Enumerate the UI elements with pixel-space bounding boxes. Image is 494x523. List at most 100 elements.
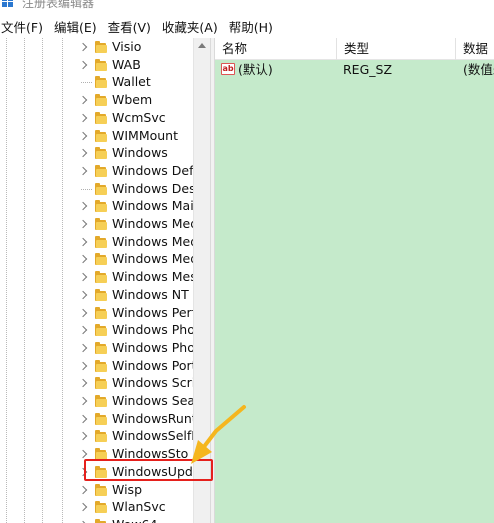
- tree-node-label: Windows Med: [112, 216, 199, 231]
- expand-chevron-icon[interactable]: [78, 94, 88, 106]
- menu-help[interactable]: 帮助(H): [229, 17, 273, 36]
- tree-node[interactable]: Windows Desk: [0, 180, 210, 198]
- expand-chevron-icon[interactable]: [78, 236, 88, 248]
- expand-chevron-icon[interactable]: [78, 147, 88, 159]
- expand-chevron-icon[interactable]: [78, 324, 88, 336]
- expand-chevron-icon[interactable]: [78, 395, 88, 407]
- tree-node[interactable]: Windows Mes: [0, 268, 210, 286]
- menu-edit[interactable]: 编辑(E): [54, 17, 97, 36]
- column-header-data[interactable]: 数据: [456, 38, 488, 60]
- tree-node-label: WindowsRunt: [112, 410, 197, 426]
- expand-chevron-icon[interactable]: [78, 519, 88, 523]
- expand-chevron-icon[interactable]: [78, 413, 88, 425]
- tree-connector: [81, 82, 92, 84]
- tree-connector: [81, 188, 92, 190]
- tree-node-label: Windows Sear: [112, 393, 201, 408]
- tree-node-label: Visio: [112, 39, 142, 54]
- expand-chevron-icon[interactable]: [78, 218, 88, 230]
- expand-chevron-icon[interactable]: [78, 360, 88, 372]
- tree-node[interactable]: Windows Phot: [0, 339, 210, 357]
- tree-node[interactable]: Windows Perf: [0, 304, 210, 322]
- expand-chevron-icon[interactable]: [78, 484, 88, 496]
- folder-icon: [95, 41, 107, 53]
- tree-node[interactable]: Wallet: [0, 73, 210, 91]
- expand-chevron-icon[interactable]: [78, 501, 88, 513]
- tree-node[interactable]: Wbem: [0, 91, 210, 109]
- tree-node-label: Wisp: [112, 481, 143, 497]
- folder-icon: [95, 200, 107, 213]
- column-header-name[interactable]: 名称: [215, 38, 247, 60]
- tree-node[interactable]: Windows Port: [0, 357, 210, 375]
- menu-file[interactable]: 文件(F): [1, 17, 43, 36]
- folder-icon: [95, 377, 107, 390]
- scroll-up-icon[interactable]: [198, 43, 206, 48]
- expand-chevron-icon[interactable]: [78, 59, 88, 71]
- tree-node-label: Windows Scrip: [112, 375, 204, 391]
- tree-node[interactable]: Windows Scrip: [0, 374, 210, 392]
- folder-icon: [95, 483, 107, 496]
- expand-chevron-icon[interactable]: [78, 289, 88, 301]
- tree-node[interactable]: Windows Med: [0, 233, 210, 251]
- expand-chevron-icon[interactable]: [78, 307, 88, 319]
- expand-chevron-icon[interactable]: [78, 253, 88, 265]
- tree-node[interactable]: Windows: [0, 144, 210, 162]
- tree-node[interactable]: WindowsSelfH: [0, 427, 210, 445]
- folder-icon: [95, 58, 107, 71]
- tree-node[interactable]: Visio: [0, 38, 210, 56]
- folder-icon: [95, 271, 107, 284]
- folder-icon: [95, 465, 107, 478]
- expand-chevron-icon[interactable]: [78, 466, 88, 478]
- tree-node-label: Wbem: [112, 92, 153, 108]
- tree-node[interactable]: WIMMount: [0, 127, 210, 145]
- tree-node[interactable]: WindowsSto: [0, 445, 210, 463]
- values-header: 名称 类型 数据: [215, 38, 494, 60]
- tree-node-label: Windows: [112, 145, 168, 161]
- tree-node[interactable]: WAB: [0, 56, 210, 74]
- value-data: (数值未: [463, 62, 494, 77]
- tree-node[interactable]: WcmSvc: [0, 109, 210, 127]
- value-type: REG_SZ: [343, 62, 393, 77]
- tree-node-label: Windows Med: [112, 233, 199, 249]
- tree-node-label: Windows Med: [112, 251, 199, 267]
- folder-icon: [95, 76, 107, 89]
- expand-chevron-icon[interactable]: [78, 448, 88, 460]
- expand-chevron-icon[interactable]: [78, 200, 88, 212]
- registry-tree: Visio WAB Wallet Wbem WcmSvc WIMMount Windows W…: [0, 38, 210, 523]
- folder-icon: [95, 412, 107, 425]
- menu-favorites[interactable]: 收藏夹(A): [162, 17, 218, 36]
- string-value-icon: ab: [221, 63, 235, 75]
- expand-chevron-icon[interactable]: [78, 112, 88, 124]
- values-list: ab (默认) REG_SZ (数值未: [215, 60, 494, 523]
- expand-chevron-icon[interactable]: [78, 130, 88, 142]
- tree-node[interactable]: Windows Med: [0, 250, 210, 268]
- folder-icon: [95, 111, 107, 124]
- tree-node[interactable]: WindowsRunt: [0, 410, 210, 428]
- tree-node[interactable]: Windows Pho: [0, 321, 210, 339]
- expand-chevron-icon[interactable]: [78, 430, 88, 442]
- menu-view[interactable]: 查看(V): [108, 17, 151, 36]
- expand-chevron-icon[interactable]: [78, 342, 88, 354]
- folder-icon: [95, 182, 107, 195]
- tree-node[interactable]: Windows Med: [0, 215, 210, 233]
- folder-icon: [95, 448, 107, 461]
- tree-node[interactable]: WindowsUpda: [0, 463, 210, 481]
- tree-node-label: WAB: [112, 56, 141, 72]
- folder-icon: [95, 147, 107, 160]
- value-row[interactable]: ab (默认) REG_SZ (数值未: [215, 60, 494, 80]
- expand-chevron-icon[interactable]: [78, 41, 88, 53]
- tree-node[interactable]: Windows Sear: [0, 392, 210, 410]
- tree-scrollbar[interactable]: [193, 38, 210, 523]
- tree-node[interactable]: WlanSvc: [0, 498, 210, 516]
- tree-node[interactable]: Windows Defe: [0, 162, 210, 180]
- tree-node-label: Windows Mail: [112, 198, 198, 214]
- folder-icon: [95, 164, 107, 177]
- tree-node[interactable]: Windows Mail: [0, 197, 210, 215]
- tree-node-label: Wow64: [112, 516, 157, 523]
- expand-chevron-icon[interactable]: [78, 165, 88, 177]
- expand-chevron-icon[interactable]: [78, 271, 88, 283]
- column-header-type[interactable]: 类型: [337, 38, 369, 60]
- tree-node[interactable]: Wisp: [0, 481, 210, 499]
- expand-chevron-icon[interactable]: [78, 377, 88, 389]
- tree-node[interactable]: Wow64: [0, 516, 210, 523]
- tree-node[interactable]: Windows NT: [0, 286, 210, 304]
